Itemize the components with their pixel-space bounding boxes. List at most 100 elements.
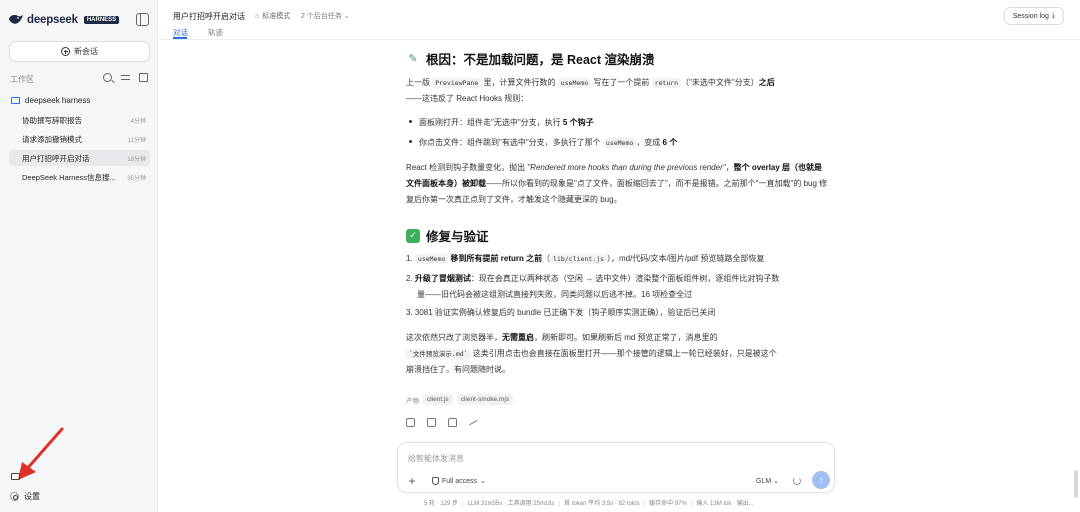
- check-icon: ✓: [406, 228, 420, 243]
- inline-code: useMemo: [557, 78, 592, 88]
- inline-code: lib/client.js: [550, 254, 607, 264]
- new-chat-button[interactable]: 新会话: [9, 41, 150, 62]
- model-selector[interactable]: GLM ⌄: [756, 477, 779, 485]
- scrollbar[interactable]: [1074, 470, 1078, 498]
- text: React 检测到钩子数量变化，抛出: [406, 163, 528, 172]
- session-time: 35分钟: [127, 175, 146, 182]
- session-title: DeepSeek Harness信息搜...: [22, 172, 116, 182]
- bold-text: 移到所有提前 return 之前: [448, 254, 543, 263]
- session-item[interactable]: 协助撰写辞职报告 4分钟: [9, 112, 150, 128]
- list-item: 你点击文件：组件跳到"有选中"分支，多执行了那个 useMemo ，变成 6 个: [406, 135, 677, 151]
- send-button[interactable]: ↑: [812, 471, 830, 489]
- chevron-down-icon: ⌄: [773, 478, 779, 485]
- model-label: GLM: [756, 478, 772, 485]
- artifact-tag[interactable]: client-smoke.mjs: [456, 394, 514, 405]
- text: 这次依然只改了浏览器半，: [406, 333, 502, 342]
- search-icon[interactable]: [103, 73, 112, 82]
- text: ，刷新即可。如果刷新后 md 预览正常了，消息里的: [534, 333, 718, 342]
- status-rounds: 5 轮 · 129 步: [424, 501, 459, 507]
- status-cache: 缓存命中 97%: [649, 501, 687, 507]
- list-item: 面板刚打开：组件走"无选中"分支，执行 5 个钩子: [406, 115, 594, 131]
- session-item-active[interactable]: 用户打招呼开启对话 18分钟: [9, 150, 150, 166]
- mode-label: 标准模式: [262, 13, 291, 20]
- chevron-down-icon: ⌄: [343, 13, 350, 20]
- folder-name: deepseek harness: [25, 96, 91, 105]
- status-bar: 5 轮 · 129 步 | LLM 31m55s · 工具调用 25m18s | 首 t…: [424, 501, 754, 507]
- download-icon: ⤓: [1051, 12, 1055, 19]
- folder-icon[interactable]: [11, 473, 20, 480]
- file-reference[interactable]: `文件预览演示.md`: [406, 349, 471, 359]
- heading-fix: ✓ 修复与验证: [406, 226, 489, 245]
- thumbs-down-icon[interactable]: [448, 418, 457, 427]
- paragraph: React 检测到钩子数量变化，抛出 "Rendered more hooks …: [406, 160, 830, 208]
- list-number: 2.: [406, 274, 413, 283]
- text: 写在了一个提前: [591, 78, 652, 87]
- logo[interactable]: deepseek HARNESS: [8, 13, 120, 26]
- heading-root-cause: ✎ 根因：不是加载问题，是 React 渲染崩溃: [406, 49, 655, 68]
- loading-spinner-icon: [793, 477, 801, 485]
- inline-code: PreviewPane: [432, 78, 482, 88]
- bullet: [409, 140, 412, 144]
- filter-icon[interactable]: [121, 73, 130, 82]
- paragraph: 上一版 PreviewPane 里，计算文件行数的 useMemo 写在了一个提…: [406, 75, 830, 107]
- text: ，: [725, 163, 734, 172]
- text: （: [542, 254, 551, 263]
- shield-icon: [432, 477, 439, 485]
- settings-button[interactable]: 设置: [10, 491, 40, 502]
- session-time: 18分钟: [127, 156, 146, 163]
- add-attachment-button[interactable]: +: [406, 475, 418, 487]
- chevron-down-icon: ⌄: [480, 478, 486, 485]
- page-title: 用户打招呼开启对话: [173, 12, 245, 21]
- message-input[interactable]: 给智能体发消息: [408, 453, 464, 464]
- copy-icon[interactable]: [406, 418, 415, 427]
- thumbs-up-icon[interactable]: [427, 418, 436, 427]
- gear-icon: [10, 492, 19, 501]
- text: （"未选中文件"分支）: [681, 78, 759, 87]
- message-composer[interactable]: 给智能体发消息 + Full access ⌄ GLM ⌄ ↑: [397, 442, 835, 493]
- new-folder-icon[interactable]: [139, 73, 148, 82]
- text: ——这违反了 React Hooks 规则：: [406, 94, 529, 103]
- branch-icon[interactable]: [469, 418, 478, 427]
- inline-code: useMemo: [414, 254, 449, 264]
- tasks-label: 2 个后台任务: [301, 13, 342, 20]
- access-label: Full access: [442, 477, 478, 485]
- italic-text: "Rendered more hooks than during the pre…: [527, 163, 726, 172]
- bold-text: 升级了冒烟测试: [414, 274, 471, 283]
- status-token: 首 token 平均 3.5s · 82 tok/s: [564, 501, 640, 507]
- list-item: 2. 升级了冒烟测试：现在会真正以两种状态（空闲 → 选中文件）渲染整个面板组件…: [406, 271, 779, 303]
- message-actions: [406, 418, 478, 427]
- bullet: [409, 120, 412, 124]
- mode-indicator[interactable]: ⌂ 标准模式: [255, 11, 290, 21]
- tab-trace[interactable]: 轨迹: [208, 27, 223, 38]
- heading-text: 修复与验证: [426, 230, 489, 244]
- bug-icon: ✎: [408, 53, 418, 65]
- annotation-arrow-icon: [18, 427, 64, 480]
- mode-icon: ⌂: [255, 12, 260, 20]
- workspace-tools: [103, 73, 148, 82]
- session-item[interactable]: DeepSeek Harness信息搜... 35分钟: [9, 169, 150, 185]
- bold-text: 之后: [758, 78, 775, 87]
- text: 量——旧代码会被这组测试直接判失败，同类问题以后逃不掉。16 项检查全过: [417, 290, 693, 299]
- artifacts-label: 产物: [406, 397, 419, 405]
- chat-header: 用户打招呼开启对话 ⌂ 标准模式 2 个后台任务 ⌄ 对话 轨迹 Session…: [159, 0, 1080, 40]
- session-time: 4分钟: [130, 118, 146, 125]
- session-title: 用户打招呼开启对话: [22, 153, 90, 163]
- sidebar: deepseek HARNESS 新会话 工作区 deepseek harnes…: [0, 0, 158, 512]
- bold-text: 无需重启: [502, 333, 534, 342]
- text: ：现在会真正以两种状态（空闲 → 选中文件）渲染整个面板组件树，逐组件比对钩子数: [470, 274, 780, 283]
- text: ，变成: [636, 138, 663, 147]
- background-tasks[interactable]: 2 个后台任务 ⌄: [301, 11, 350, 21]
- session-title: 请求添加撤销模式: [22, 134, 82, 144]
- sidebar-toggle-icon[interactable]: [136, 13, 149, 26]
- session-log-button[interactable]: Session log ⤓: [1003, 7, 1064, 25]
- access-selector[interactable]: Full access ⌄: [432, 477, 486, 485]
- heading-text: 根因：不是加载问题，是 React 渲染崩溃: [426, 53, 655, 67]
- text: 这类引用点击也会直接在面板里打开——那个接管的逻辑上一轮已经装好，只是被这个: [470, 349, 777, 358]
- session-item[interactable]: 请求添加撤销模式 11分钟: [9, 131, 150, 147]
- artifacts-row: 产物 client.js client-smoke.mjs: [406, 394, 514, 405]
- tab-underline: [173, 37, 187, 39]
- new-chat-label: 新会话: [74, 47, 98, 56]
- artifact-tag[interactable]: client.js: [423, 394, 453, 405]
- workspace-folder[interactable]: deepseek harness: [11, 96, 90, 105]
- list-number: 1.: [406, 254, 413, 263]
